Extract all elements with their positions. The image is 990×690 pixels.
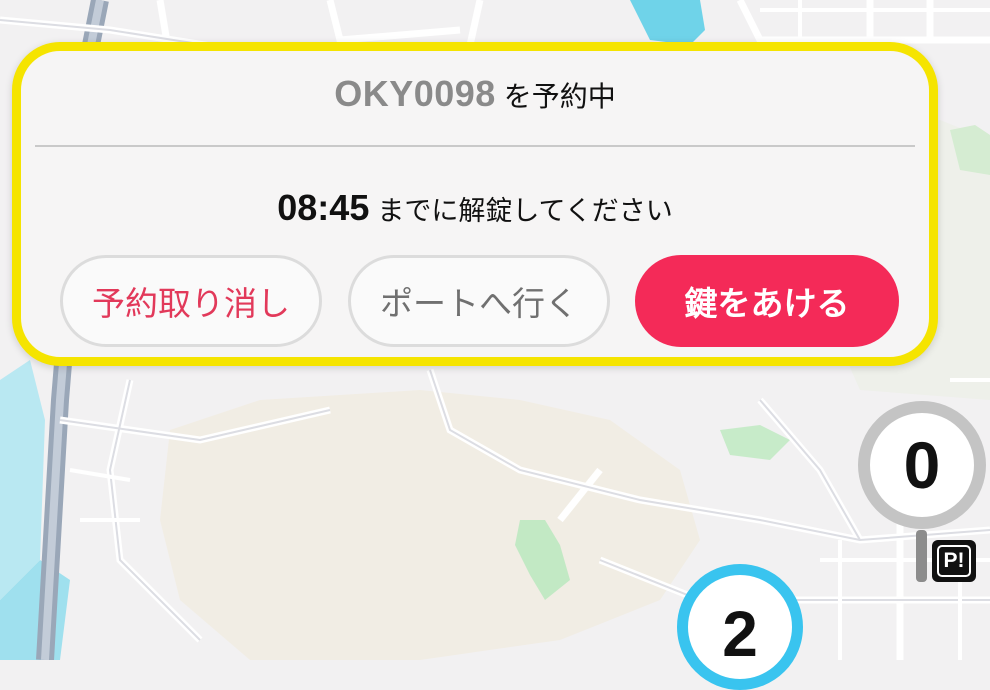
reservation-card: OKY0098 を予約中 08:45 までに解錠してください 予約取り消し ポートへ… xyxy=(12,42,938,366)
unlock-button[interactable]: 鍵をあける xyxy=(635,255,899,347)
marker-pin-stem xyxy=(916,530,927,582)
parking-icon: P! xyxy=(932,540,976,582)
bike-id: OKY0098 xyxy=(334,73,496,114)
parking-icon-label: P! xyxy=(937,545,971,577)
deadline-time: 08:45 xyxy=(277,187,370,228)
divider xyxy=(35,145,915,147)
unlock-deadline: 08:45 までに解錠してください xyxy=(21,187,929,229)
port-marker-available[interactable]: 2 xyxy=(677,564,803,690)
cancel-reservation-button[interactable]: 予約取り消し xyxy=(60,255,322,347)
reservation-title: OKY0098 を予約中 xyxy=(21,73,929,135)
port-marker-empty[interactable]: 0 xyxy=(858,401,986,529)
go-to-port-button[interactable]: ポートへ行く xyxy=(348,255,610,347)
deadline-instruction: までに解錠してください xyxy=(377,196,673,227)
reservation-status-text: を予約中 xyxy=(503,80,616,113)
